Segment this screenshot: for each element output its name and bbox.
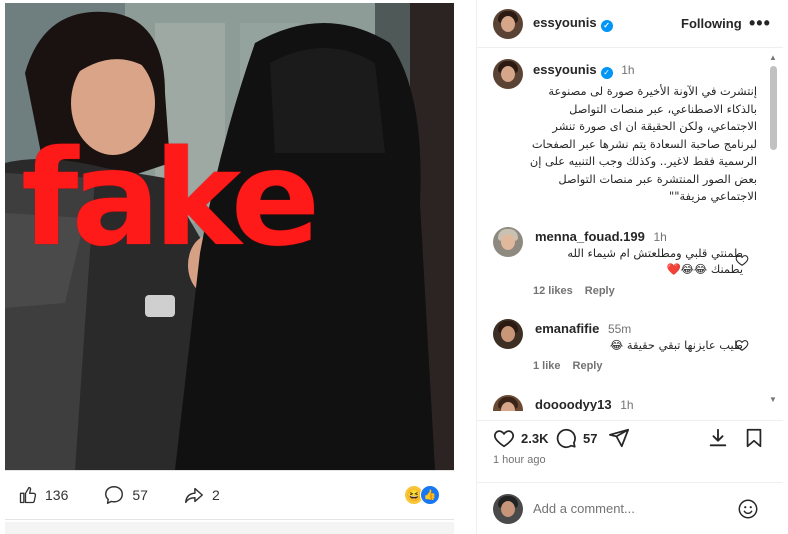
comment-header: doooodyy13 1h (535, 397, 634, 411)
comment-username[interactable]: menna_fouad.199 (535, 229, 645, 244)
fake-overlay-text: fake (21, 122, 320, 276)
like-count: 136 (45, 487, 69, 503)
comment-username[interactable]: doooodyy13 (535, 397, 612, 411)
comment-meta: 1 like Reply (533, 360, 615, 372)
bookmark-icon (746, 428, 762, 448)
caption-username[interactable]: essyounis (533, 62, 597, 77)
comments-scroll-area[interactable]: essyounis ✓ 1h إنتشرت في الآونة الأخيرة ص… (477, 49, 783, 411)
add-comment-input[interactable] (533, 501, 713, 516)
comment-likes[interactable]: 12 likes (533, 285, 573, 297)
like-reaction-icon: 👍 (420, 485, 440, 505)
reaction-summary[interactable]: 😆 👍 (404, 485, 440, 505)
reply-button[interactable]: Reply (573, 360, 603, 372)
comments-count: 57 (583, 430, 598, 446)
caption-text: إنتشرت في الآونة الأخيرة صورة لى مصنوعة … (529, 84, 757, 203)
comment-icon (556, 428, 576, 449)
comment-header: menna_fouad.199 1h (535, 229, 667, 244)
comments-scrollbar[interactable]: ▲ ▼ (767, 49, 779, 409)
download-icon (709, 428, 727, 447)
save-button[interactable] (743, 427, 765, 449)
smiley-icon[interactable] (737, 498, 759, 520)
comment-username[interactable]: emanafifie (535, 321, 599, 336)
comment-text: طمنتي قلبي ومطلعتش ام شيماء الله يطمنك 😂… (567, 246, 743, 276)
comment-action[interactable]: 57 (103, 484, 148, 506)
speech-bubble-icon (105, 486, 124, 504)
scroll-thumb[interactable] (770, 66, 777, 150)
heart-icon[interactable] (735, 253, 749, 267)
caption-time[interactable]: 1h (621, 63, 634, 77)
reply-button[interactable]: Reply (585, 285, 615, 297)
caption-header: essyounis ✓ 1h (533, 62, 635, 79)
verified-badge-icon: ✓ (600, 19, 613, 32)
share-count: 2 (211, 487, 220, 503)
share-button[interactable] (608, 427, 630, 449)
paper-plane-icon (608, 428, 630, 448)
action-bar: 2.3K 57 (477, 420, 783, 454)
post-footer-strip (5, 522, 454, 534)
scroll-down-arrow-icon[interactable]: ▼ (769, 395, 777, 404)
more-options-icon[interactable]: ••• (749, 13, 771, 34)
avatar[interactable] (493, 227, 523, 257)
comment-button[interactable]: 57 (555, 427, 597, 449)
like-action[interactable]: 136 (18, 485, 68, 505)
post-header: essyounis ✓ Following ••• (477, 0, 783, 48)
verified-badge-icon: ✓ (600, 66, 613, 79)
like-button[interactable]: 2.3K (493, 427, 548, 449)
avatar (493, 494, 523, 524)
header-username[interactable]: essyounis ✓ (533, 15, 613, 32)
heart-icon[interactable] (735, 338, 749, 352)
comment-time: 1h (620, 398, 634, 411)
comment-count: 57 (132, 487, 148, 503)
avatar[interactable] (493, 395, 523, 411)
likes-count: 2.3K (521, 430, 549, 446)
scroll-up-arrow-icon[interactable]: ▲ (769, 53, 777, 62)
comment-time: 1h (653, 230, 667, 244)
add-comment-row (477, 482, 783, 534)
comment-header: emanafifie 55m (535, 321, 631, 336)
download-button[interactable] (707, 427, 729, 449)
share-arrow-icon (184, 487, 203, 504)
post-panel: fake 136 57 2 😆 👍 (0, 0, 458, 534)
heart-icon (493, 430, 515, 448)
following-button[interactable]: Following (681, 16, 742, 31)
comment-likes[interactable]: 1 like (533, 360, 561, 372)
instagram-panel: essyounis ✓ Following ••• essyounis ✓ 1h إ… (476, 0, 783, 534)
post-timestamp[interactable]: 1 hour ago (493, 454, 546, 466)
post-reaction-bar: 136 57 2 😆 👍 (5, 470, 454, 520)
comment-text: طيب عايزنها تبقي حقيقة 😂 (609, 338, 743, 352)
avatar[interactable] (493, 8, 523, 39)
comment-meta: 12 likes Reply (533, 285, 627, 297)
share-action[interactable]: 2 (183, 484, 220, 506)
comment-time: 55m (607, 322, 632, 336)
avatar[interactable] (493, 59, 523, 89)
avatar[interactable] (493, 319, 523, 349)
thumbs-up-icon (19, 486, 37, 504)
post-image[interactable]: fake (5, 3, 454, 470)
